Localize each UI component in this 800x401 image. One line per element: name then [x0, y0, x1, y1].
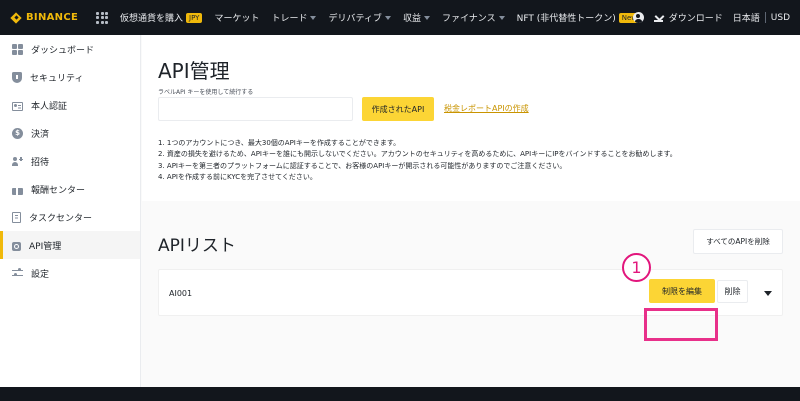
caret-down-icon: [310, 15, 317, 20]
top-navigation-bar: BINANCE 仮想通貨を購入 JPY マーケット トレード デリバティブ 収益…: [0, 0, 800, 35]
caret-down-icon: [423, 15, 430, 20]
binance-logo[interactable]: BINANCE: [10, 12, 92, 24]
create-tax-report-api-link[interactable]: 税金レポートAPIの作成: [444, 103, 529, 114]
app-grid-icon[interactable]: [96, 11, 108, 24]
note-item: 2. 資産の損失を避けるため、APIキーを誰にも開示しないでください。アカウント…: [158, 150, 677, 159]
api-notes-list: 1. 1つのアカウントにつき、最大30個のAPIキーを作成することができます。 …: [158, 138, 677, 183]
sidebar-item-label: 報酬センター: [31, 185, 86, 196]
api-list-title: APIリスト: [158, 236, 236, 256]
sidebar-item-identification[interactable]: 本人認証: [0, 91, 140, 119]
footer-bar: [0, 387, 800, 401]
create-api-button[interactable]: 作成されたAPI: [362, 97, 434, 121]
binance-logo-icon: [10, 12, 22, 24]
task-clipboard-icon: [12, 211, 21, 223]
nav-trade-label: トレード: [271, 14, 308, 24]
sidebar-item-label: 決済: [31, 129, 50, 140]
main-content: API管理 ラベルAPI キーを使用して続行する 作成されたAPI 税金レポート…: [142, 35, 800, 387]
invite-user-icon: [12, 156, 23, 167]
expand-caret-icon[interactable]: [764, 291, 772, 296]
brand-name: BINANCE: [26, 12, 79, 23]
nav-nft[interactable]: NFT (非代替性トークン) New: [516, 11, 641, 24]
nav-derivatives[interactable]: デリバティブ: [328, 11, 391, 24]
nav-finance[interactable]: ファイナンス: [442, 11, 505, 24]
edit-restrictions-button[interactable]: 制限を編集: [649, 279, 715, 303]
sidebar: ダッシュボード セキュリティ 本人認証 $ 決済 招待 報酬センター タスクセン…: [0, 35, 141, 387]
main-nav: 仮想通貨を購入 JPY マーケット トレード デリバティブ 収益 ファイナンス …: [120, 11, 652, 24]
nav-markets-label: マーケット: [214, 14, 260, 24]
sidebar-item-label: 設定: [31, 269, 50, 280]
sidebar-item-label: 招待: [31, 157, 50, 168]
settings-sliders-icon: [12, 268, 23, 279]
note-item: 1. 1つのアカウントにつき、最大30個のAPIキーを作成することができます。: [158, 139, 401, 147]
api-label-input[interactable]: [158, 97, 353, 121]
note-item: 3. APIキーを第三者のプラットフォームに認証することで、お客様のAPIキーが…: [158, 161, 567, 170]
jpy-badge: JPY: [186, 12, 203, 23]
sidebar-item-label: タスクセンター: [29, 213, 93, 224]
download-link[interactable]: ダウンロード: [669, 11, 723, 24]
sidebar-item-label: 本人認証: [31, 101, 68, 112]
nav-markets[interactable]: マーケット: [214, 11, 259, 24]
nav-buy-crypto-label: 仮想通貨を購入: [120, 14, 184, 24]
nav-finance-label: ファイナンス: [441, 14, 496, 24]
nav-earn-label: 収益: [402, 14, 421, 24]
id-card-icon: [12, 101, 23, 111]
caret-down-icon: [498, 15, 505, 20]
nav-derivatives-label: デリバティブ: [328, 14, 382, 24]
api-create-panel: API管理 ラベルAPI キーを使用して続行する 作成されたAPI 税金レポート…: [142, 35, 800, 201]
note-item: 4. APIを作成する前にKYCを完了させてください。: [158, 172, 317, 181]
top-right-controls: ダウンロード 日本語 USD: [632, 0, 790, 35]
shield-icon: [12, 71, 22, 83]
sidebar-item-security[interactable]: セキュリティ: [0, 63, 140, 91]
currency-selector[interactable]: USD: [771, 13, 790, 23]
reward-ticket-icon: [12, 187, 23, 195]
sidebar-item-reward-center[interactable]: 報酬センター: [0, 175, 140, 203]
download-icon[interactable]: [653, 12, 664, 23]
sidebar-item-label: セキュリティ: [30, 73, 84, 84]
delete-api-button[interactable]: 削除: [717, 280, 748, 303]
nav-earn[interactable]: 収益: [403, 11, 430, 24]
page-title: API管理: [158, 59, 230, 83]
sidebar-item-dashboard[interactable]: ダッシュボード: [0, 35, 140, 63]
api-icon: [12, 241, 21, 251]
user-avatar-icon[interactable]: [632, 12, 644, 23]
step-number-callout: 1: [622, 253, 651, 282]
api-label-hint: ラベルAPI キーを使用して続行する: [158, 89, 254, 96]
api-key-name: AI001: [169, 289, 193, 298]
sidebar-item-label: API管理: [29, 241, 62, 252]
sidebar-item-task-center[interactable]: タスクセンター: [0, 203, 140, 231]
divider: [764, 12, 766, 23]
language-selector[interactable]: 日本語: [733, 11, 760, 24]
nav-buy-crypto[interactable]: 仮想通貨を購入 JPY: [120, 11, 203, 24]
dollar-coin-icon: $: [12, 127, 23, 139]
sidebar-item-invite[interactable]: 招待: [0, 147, 140, 175]
highlight-box: [644, 308, 718, 341]
nav-trade[interactable]: トレード: [271, 11, 317, 24]
nav-nft-label: NFT (非代替性トークン): [516, 14, 616, 24]
delete-all-apis-button[interactable]: すべてのAPIを削除: [693, 229, 783, 254]
sidebar-item-payment[interactable]: $ 決済: [0, 119, 140, 147]
sidebar-item-label: ダッシュボード: [31, 45, 95, 56]
sidebar-item-settings[interactable]: 設定: [0, 259, 140, 287]
sidebar-item-api-management[interactable]: API管理: [0, 231, 140, 259]
caret-down-icon: [384, 15, 391, 20]
dashboard-icon: [12, 43, 23, 55]
